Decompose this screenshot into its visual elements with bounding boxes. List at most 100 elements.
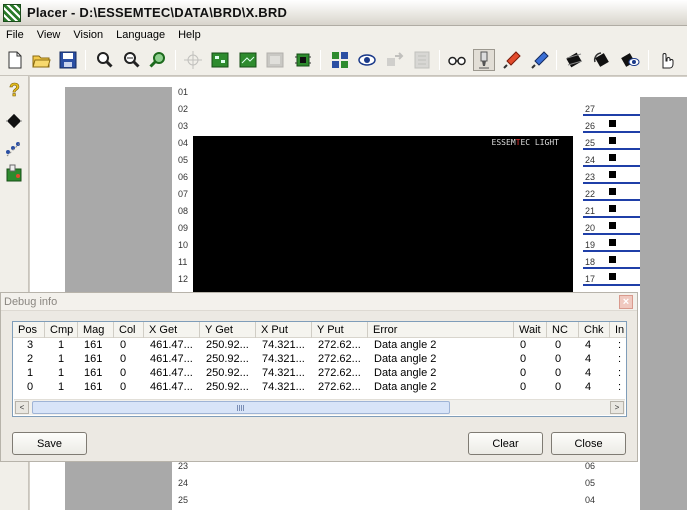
debug-info-dialog: Debug info × Pos Cmp Mag Col X Get Y Get… <box>0 292 638 462</box>
left-ruler-label: 03 <box>178 121 189 131</box>
feeder-slot-marker[interactable] <box>609 188 616 195</box>
camera-chip-icon[interactable] <box>292 49 314 71</box>
svg-text:?: ? <box>9 80 20 99</box>
menu-vision[interactable]: Vision <box>67 29 110 41</box>
feeder-slot-marker[interactable] <box>609 256 616 263</box>
column-header-nc[interactable]: NC <box>547 322 579 338</box>
close-icon[interactable]: × <box>619 295 633 309</box>
table-row[interactable]: 0 1 161 0 461.47... 250.92... 74.321... … <box>13 380 626 394</box>
save-button[interactable]: Save <box>12 432 87 455</box>
syringe-red-icon[interactable] <box>501 49 523 71</box>
chip-diamond-icon[interactable] <box>3 110 25 132</box>
left-ruler-label: 23 <box>178 461 189 471</box>
feeder-slot-marker[interactable] <box>609 222 616 229</box>
hand-pointer-icon[interactable] <box>655 49 677 71</box>
scroll-right-button[interactable]: > <box>610 401 624 414</box>
pcb-board-icon[interactable] <box>3 162 25 184</box>
column-header-y-put[interactable]: Y Put <box>312 322 368 338</box>
glasses-icon[interactable] <box>446 49 468 71</box>
new-file-icon[interactable] <box>4 49 26 71</box>
left-ruler-label: 02 <box>178 104 189 114</box>
right-panel-area <box>640 97 687 510</box>
left-ruler-label: 07 <box>178 189 189 199</box>
right-ruler-label: 18 <box>585 257 596 267</box>
question-mark-icon[interactable]: ? <box>3 78 25 100</box>
column-header-col[interactable]: Col <box>114 322 144 338</box>
list-header: Pos Cmp Mag Col X Get Y Get X Put Y Put … <box>13 322 626 338</box>
feeder-slot-marker[interactable] <box>609 239 616 246</box>
syringe-blue-icon[interactable] <box>529 49 551 71</box>
save-disk-icon[interactable] <box>57 49 79 71</box>
window-title: Placer - D:\ESSEMTEC\DATA\BRD\X.BRD <box>27 5 288 20</box>
menu-language[interactable]: Language <box>110 29 172 41</box>
right-ruler-label: 25 <box>585 138 596 148</box>
board-grey-icon[interactable] <box>264 49 286 71</box>
grip-icon <box>237 405 245 411</box>
scrollbar-thumb[interactable] <box>32 401 450 414</box>
right-ruler-label: 05 <box>585 478 596 488</box>
chip-rotate-icon[interactable] <box>591 49 613 71</box>
zoom-out-icon[interactable] <box>120 49 142 71</box>
menu-file[interactable]: File <box>0 29 31 41</box>
feeder-slot-marker[interactable] <box>609 137 616 144</box>
zoom-in-icon[interactable] <box>93 49 115 71</box>
right-ruler-label: 06 <box>585 461 596 471</box>
nozzle-icon[interactable] <box>473 49 495 71</box>
menu-bar: File View Vision Language Help <box>0 26 687 44</box>
column-header-in[interactable]: In <box>610 322 626 338</box>
column-header-y-get[interactable]: Y Get <box>200 322 256 338</box>
table-row[interactable]: 3 1 161 0 461.47... 250.92... 74.321... … <box>13 338 626 352</box>
feeder-slot-marker[interactable] <box>609 273 616 280</box>
component-dots-icon[interactable] <box>3 137 25 159</box>
feeder-slot-marker[interactable] <box>609 205 616 212</box>
right-ruler-label: 21 <box>585 206 596 216</box>
column-header-x-put[interactable]: X Put <box>256 322 312 338</box>
open-folder-icon[interactable] <box>30 49 52 71</box>
left-ruler-label: 12 <box>178 274 189 284</box>
left-ruler-label: 08 <box>178 206 189 216</box>
feeder-slot-marker[interactable] <box>609 120 616 127</box>
close-button[interactable]: Close <box>551 432 626 455</box>
menu-help[interactable]: Help <box>172 29 208 41</box>
column-header-pos[interactable]: Pos <box>13 322 45 338</box>
main-toolbar <box>0 44 687 76</box>
board-green-2-icon[interactable] <box>237 49 259 71</box>
menu-view[interactable]: View <box>31 29 68 41</box>
title-bar: Placer - D:\ESSEMTEC\DATA\BRD\X.BRD <box>0 0 687 26</box>
feeder-grid-icon[interactable] <box>329 49 351 71</box>
column-header-error[interactable]: Error <box>368 322 514 338</box>
right-ruler-label: 20 <box>585 223 596 233</box>
table-row[interactable]: 1 1 161 0 461.47... 250.92... 74.321... … <box>13 366 626 380</box>
debug-list[interactable]: Pos Cmp Mag Col X Get Y Get X Put Y Put … <box>12 321 627 417</box>
left-ruler-label: 01 <box>178 87 189 97</box>
column-header-chk[interactable]: Chk <box>579 322 610 338</box>
board-green-icon[interactable] <box>209 49 231 71</box>
left-ruler-label: 06 <box>178 172 189 182</box>
clear-button[interactable]: Clear <box>468 432 543 455</box>
table-row[interactable]: 2 1 161 0 461.47... 250.92... 74.321... … <box>13 352 626 366</box>
column-header-wait[interactable]: Wait <box>514 322 547 338</box>
feeder-slot-marker[interactable] <box>609 154 616 161</box>
placer-app-icon <box>3 3 21 22</box>
right-ruler-label: 24 <box>585 155 596 165</box>
eye-icon[interactable] <box>356 49 378 71</box>
dialog-title-bar[interactable]: Debug info × <box>1 293 637 311</box>
scroll-left-button[interactable]: < <box>15 401 29 414</box>
chip-icon[interactable] <box>563 49 585 71</box>
column-header-cmp[interactable]: Cmp <box>45 322 78 338</box>
arrows-icon[interactable] <box>384 49 406 71</box>
feeder-slot-marker[interactable] <box>609 171 616 178</box>
right-ruler-label: 04 <box>585 495 596 505</box>
chip-eye-icon[interactable] <box>620 49 642 71</box>
column-header-x-get[interactable]: X Get <box>144 322 200 338</box>
right-ruler-label: 26 <box>585 121 596 131</box>
right-ruler-label: 17 <box>585 274 596 284</box>
left-ruler-label: 24 <box>178 478 189 488</box>
board-view-canvas[interactable]: ESSEMTEC LIGHT <box>193 136 573 296</box>
crosshair-icon[interactable] <box>182 49 204 71</box>
zoom-fit-icon[interactable] <box>147 49 169 71</box>
column-header-mag[interactable]: Mag <box>78 322 114 338</box>
left-ruler-label: 05 <box>178 155 189 165</box>
horizontal-scrollbar[interactable]: < > <box>14 399 625 415</box>
list-grey-icon[interactable] <box>411 49 433 71</box>
